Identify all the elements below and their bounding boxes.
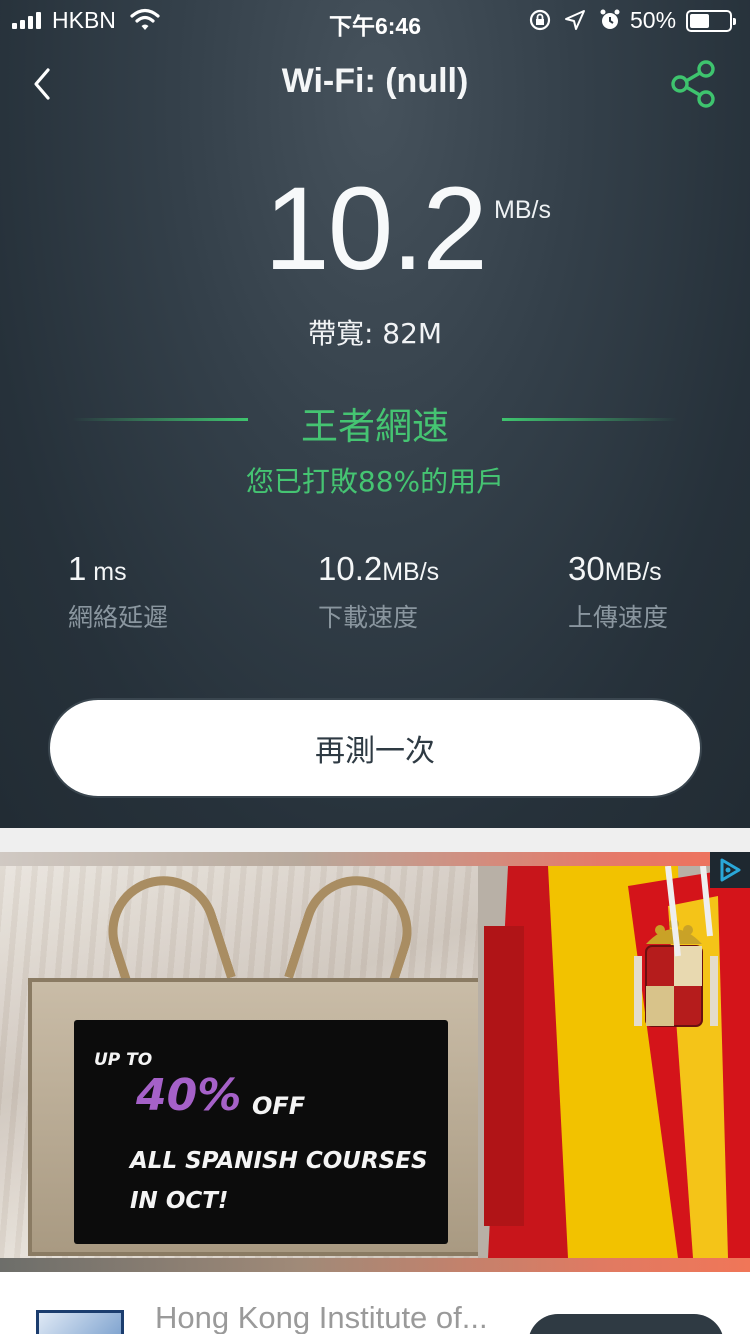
stat-latency-unit: ms (86, 558, 127, 586)
rank-title: 王者網速 (301, 405, 449, 448)
stat-download-label: 下載速度 (318, 603, 419, 632)
stat-latency-value: 1 (68, 550, 87, 587)
adchoices-icon (720, 858, 741, 882)
nav-bar: Wi-Fi: (null) (0, 50, 750, 120)
speed-result-panel: HKBN 下午6:46 50% Wi-Fi: (null) 10.2 MB/s … (0, 0, 750, 828)
divider-right (502, 418, 678, 421)
rank-banner: 王者網速 (0, 396, 750, 448)
chalk-courses: ALL SPANISH COURSES (130, 1148, 428, 1174)
advertiser-name[interactable]: Hong Kong Institute of... (155, 1300, 488, 1334)
stat-latency-label: 網絡延遲 (68, 603, 169, 632)
share-button[interactable] (668, 60, 718, 108)
speed-readout: 10.2 (0, 170, 750, 288)
chalk-up-to: UP TO (94, 1050, 153, 1070)
status-bar: HKBN 下午6:46 50% (0, 0, 750, 40)
chalk-off: OFF (252, 1092, 306, 1120)
stat-upload-label: 上傳速度 (568, 603, 669, 632)
ad-top-strip (0, 852, 750, 866)
speed-value: 10.2 (264, 163, 488, 295)
share-icon (671, 60, 715, 108)
battery-icon (686, 10, 736, 32)
advertiser-logo (36, 1310, 124, 1334)
ad-footer: Hong Kong Institute of... (0, 1272, 750, 1334)
speed-unit: MB/s (494, 196, 551, 224)
alarm-icon (598, 8, 622, 36)
stat-download-value: 10.2 (318, 550, 383, 587)
spain-flags-image (478, 866, 750, 1258)
chalk-percent: 40% (136, 1070, 242, 1121)
chalk-oct: IN OCT! (130, 1188, 229, 1214)
stat-upload: 30MB/s 上傳速度 (568, 550, 668, 634)
ad-cta-button[interactable] (528, 1314, 724, 1334)
adchoices-button[interactable] (710, 852, 750, 888)
bandwidth-label: 帶寬: 82M (307, 317, 443, 350)
retest-button[interactable]: 再測一次 (48, 698, 702, 798)
stat-download-unit: MB/s (382, 558, 440, 586)
stat-upload-value: 30 (568, 550, 605, 587)
battery-percent: 50% (630, 7, 677, 33)
location-icon (564, 9, 586, 35)
stat-upload-unit: MB/s (604, 558, 662, 586)
stat-download: 10.2MB/s 下載速度 (318, 550, 439, 634)
ad-banner-image[interactable]: UP TO 40% OFF ALL SPANISH COURSES IN OCT… (0, 866, 750, 1258)
page-title: Wi-Fi: (null) (281, 62, 469, 100)
stats-row: 1 ms 網絡延遲 10.2MB/s 下載速度 30MB/s 上傳速度 (0, 550, 750, 650)
chalkboard-frame: UP TO 40% OFF ALL SPANISH COURSES IN OCT… (28, 978, 488, 1256)
stat-latency: 1 ms 網絡延遲 (68, 550, 168, 634)
chalkboard: UP TO 40% OFF ALL SPANISH COURSES IN OCT… (74, 1020, 448, 1244)
rank-subtitle: 您已打敗88%的用戶 (245, 465, 505, 498)
orientation-lock-icon (528, 8, 552, 36)
ad-bottom-strip (0, 1258, 750, 1272)
